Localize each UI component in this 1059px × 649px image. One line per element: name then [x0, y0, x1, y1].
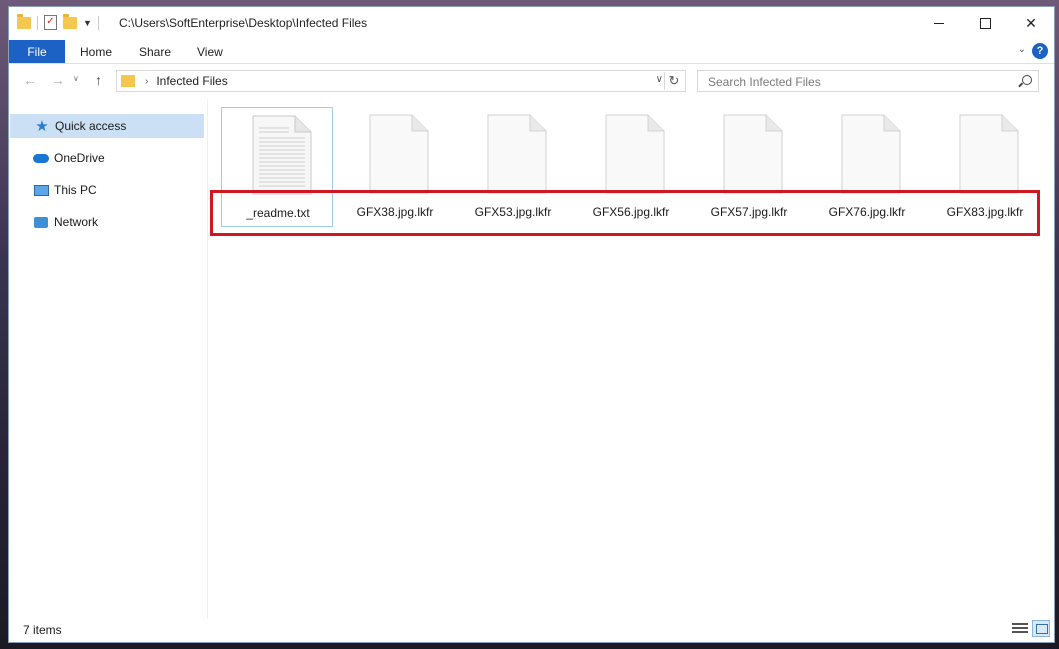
search-icon[interactable]: [1022, 75, 1032, 85]
breadcrumb-chevron-icon[interactable]: ›: [145, 76, 148, 87]
forward-arrow-icon[interactable]: →: [51, 72, 65, 88]
sidebar-item-quick-access[interactable]: ★ Quick access: [10, 114, 204, 138]
window-title: C:\Users\SoftEnterprise\Desktop\Infected…: [119, 16, 368, 30]
expand-ribbon-chevron-icon[interactable]: ⌄: [1018, 44, 1026, 55]
tab-share[interactable]: Share: [139, 45, 171, 59]
minimize-icon: [934, 22, 944, 24]
minimize-button[interactable]: [916, 7, 962, 39]
blank-file-icon: [720, 113, 784, 195]
blank-file-icon: [484, 113, 548, 195]
sidebar-item-this-pc[interactable]: This PC: [9, 178, 203, 202]
new-folder-icon[interactable]: [63, 13, 77, 29]
status-bar: 7 items: [9, 617, 1054, 642]
help-icon[interactable]: ?: [1032, 43, 1048, 59]
blank-file-icon: [838, 113, 902, 195]
sidebar-item-label: OneDrive: [54, 151, 105, 165]
search-box[interactable]: [697, 70, 1039, 92]
search-input[interactable]: [706, 74, 1010, 90]
navigation-pane: ★ Quick access OneDrive This PC Network: [9, 99, 208, 619]
blank-file-icon: [602, 113, 666, 195]
maximize-button[interactable]: [962, 7, 1008, 39]
sidebar-item-label: Quick access: [55, 119, 127, 133]
star-icon: ★: [35, 118, 49, 135]
toolbar-divider: [97, 15, 99, 30]
customize-toolbar-chevron-icon[interactable]: ▼: [83, 18, 92, 28]
breadcrumb-current-folder[interactable]: Infected Files: [156, 74, 227, 88]
folder-icon: [17, 13, 31, 29]
sidebar-item-label: Network: [54, 215, 99, 229]
address-bar[interactable]: › Infected Files ∨ ↻: [116, 70, 686, 92]
text-file-icon: [249, 114, 313, 196]
properties-icon[interactable]: ✓: [44, 15, 57, 30]
close-icon: ✕: [1025, 14, 1037, 31]
sidebar-item-network[interactable]: Network: [9, 210, 203, 234]
maximize-icon: [979, 17, 991, 29]
item-count: 7 items: [23, 623, 62, 637]
ribbon-tabs: File Home Share View ⌄ ?: [9, 39, 1054, 64]
sidebar-item-onedrive[interactable]: OneDrive: [9, 146, 203, 170]
blank-file-icon: [956, 113, 1020, 195]
folder-icon: [121, 75, 135, 87]
quick-access-toolbar: ✓ ▼: [17, 13, 99, 30]
details-view-icon[interactable]: [1012, 622, 1028, 636]
close-button[interactable]: ✕: [1008, 7, 1054, 39]
address-dropdown-chevron-icon[interactable]: ∨: [656, 74, 663, 85]
large-icons-view-icon[interactable]: [1032, 620, 1050, 637]
up-arrow-icon[interactable]: ↑: [95, 72, 102, 88]
tab-view[interactable]: View: [197, 45, 223, 59]
refresh-icon[interactable]: ↻: [664, 72, 683, 90]
title-bar: ✓ ▼ C:\Users\SoftEnterprise\Desktop\Infe…: [9, 7, 1054, 39]
cloud-icon: [33, 151, 49, 165]
back-arrow-icon[interactable]: ←: [23, 72, 37, 88]
explorer-window: ✓ ▼ C:\Users\SoftEnterprise\Desktop\Infe…: [8, 6, 1055, 643]
network-icon: [33, 215, 49, 229]
computer-icon: [33, 183, 49, 197]
annotation-highlight-box: [210, 190, 1040, 236]
file-list: _readme.txt GFX38.jpg.lkfr GFX53.jpg.lkf…: [208, 99, 1054, 619]
toolbar-divider: [37, 15, 38, 30]
tab-home[interactable]: Home: [80, 45, 112, 59]
sidebar-item-label: This PC: [54, 183, 97, 197]
blank-file-icon: [366, 113, 430, 195]
recent-locations-chevron-icon[interactable]: ∨: [73, 74, 79, 83]
address-row: ← → ∨ ↑ › Infected Files ∨ ↻: [9, 65, 1054, 97]
tab-file[interactable]: File: [9, 40, 65, 63]
